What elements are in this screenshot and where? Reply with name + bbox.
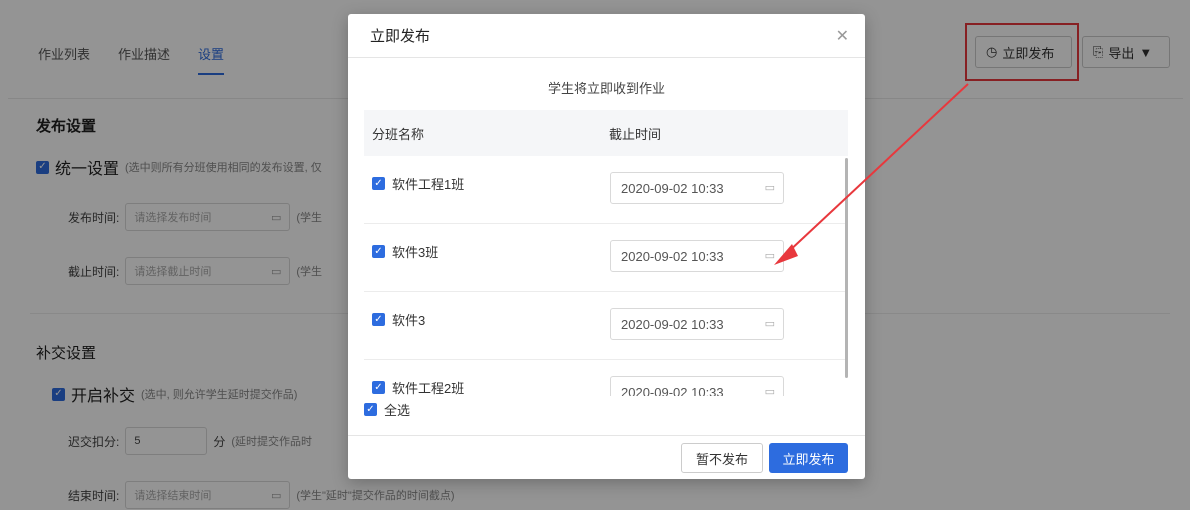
class-cell: ✓ 软件工程1班 xyxy=(372,174,464,193)
class-cell: ✓ 软件工程2班 xyxy=(372,378,464,396)
column-header-deadline: 截止时间 xyxy=(609,126,662,142)
close-icon[interactable]: ✕ xyxy=(836,26,849,46)
class-name: 软件工程2班 xyxy=(392,381,465,396)
select-all-label: 全选 xyxy=(384,403,411,418)
class-name: 软件3班 xyxy=(392,245,439,260)
deadline-value: 2020-09-02 10:33 xyxy=(621,384,724,397)
calendar-icon[interactable]: ▭ xyxy=(765,385,775,396)
select-all-checkbox[interactable]: ✓ xyxy=(364,403,377,416)
class-checkbox[interactable]: ✓ xyxy=(372,381,385,394)
deadline-picker[interactable]: 2020-09-02 10:33 ▭ xyxy=(610,308,784,340)
class-name: 软件工程1班 xyxy=(392,177,465,192)
deadline-picker[interactable]: 2020-09-02 10:33 ▭ xyxy=(610,376,784,396)
deadline-value: 2020-09-02 10:33 xyxy=(621,316,724,332)
publish-now-dialog: 立即发布 ✕ 学生将立即收到作业 分班名称 截止时间 ✓ 软件工程1班 2020… xyxy=(348,14,865,479)
table-row: ✓ 软件工程1班 2020-09-02 10:33 ▭ xyxy=(364,156,848,224)
deadline-value: 2020-09-02 10:33 xyxy=(621,248,724,264)
deadline-picker[interactable]: 2020-09-02 10:33 ▭ xyxy=(610,240,784,272)
dialog-header: 立即发布 xyxy=(348,14,865,58)
select-all-row: ✓ 全选 xyxy=(364,400,410,419)
table-scrollbar[interactable] xyxy=(845,158,848,378)
dialog-footer-divider xyxy=(348,435,865,436)
column-header-class: 分班名称 xyxy=(372,126,425,142)
class-checkbox[interactable]: ✓ xyxy=(372,245,385,258)
class-checkbox[interactable]: ✓ xyxy=(372,177,385,190)
class-checkbox[interactable]: ✓ xyxy=(372,313,385,326)
class-table-header: 分班名称 截止时间 xyxy=(364,110,848,156)
class-table-body[interactable]: ✓ 软件工程1班 2020-09-02 10:33 ▭ ✓ 软件3班 2020-… xyxy=(364,156,848,396)
dialog-subtitle: 学生将立即收到作业 xyxy=(547,81,665,96)
calendar-icon[interactable]: ▭ xyxy=(765,317,775,330)
deadline-picker[interactable]: 2020-09-02 10:33 ▭ xyxy=(610,172,784,204)
class-name: 软件3 xyxy=(392,313,426,328)
calendar-icon[interactable]: ▭ xyxy=(765,181,775,194)
deadline-value: 2020-09-02 10:33 xyxy=(621,180,724,196)
calendar-icon[interactable]: ▭ xyxy=(765,249,775,262)
dont-publish-button[interactable]: 暂不发布 xyxy=(681,443,763,473)
publish-now-confirm-button[interactable]: 立即发布 xyxy=(769,443,848,473)
class-cell: ✓ 软件3 xyxy=(372,310,425,329)
dialog-title: 立即发布 xyxy=(370,28,431,45)
class-cell: ✓ 软件3班 xyxy=(372,242,438,261)
table-row: ✓ 软件3班 2020-09-02 10:33 ▭ xyxy=(364,224,848,292)
table-row: ✓ 软件工程2班 2020-09-02 10:33 ▭ xyxy=(364,360,848,396)
table-row: ✓ 软件3 2020-09-02 10:33 ▭ xyxy=(364,292,848,360)
